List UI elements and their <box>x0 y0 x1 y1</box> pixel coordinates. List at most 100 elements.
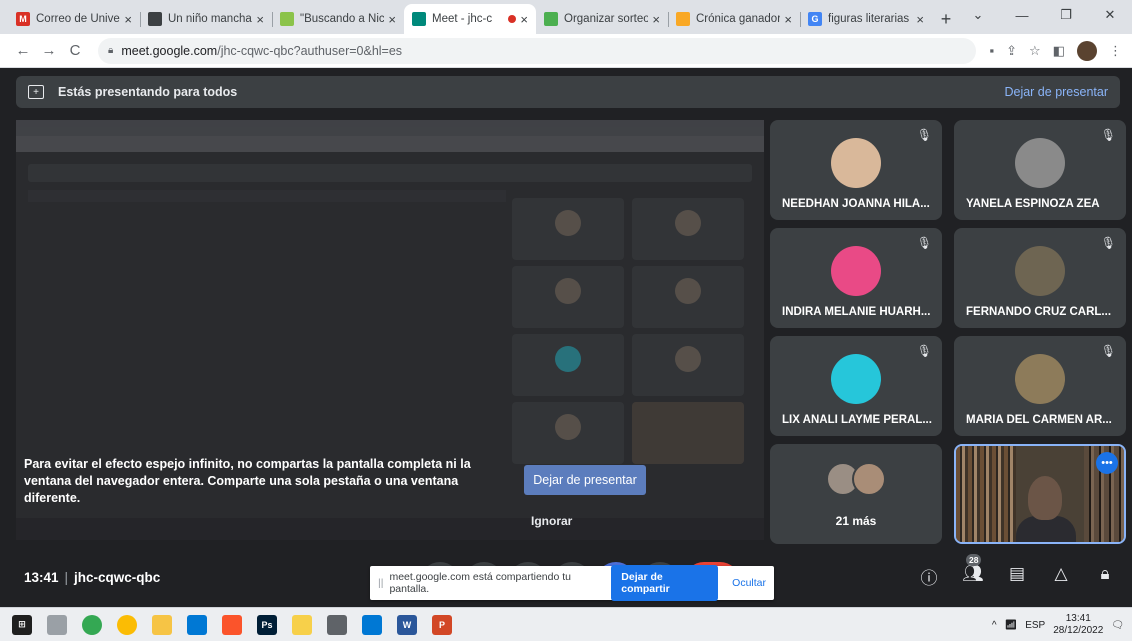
share-icon[interactable]: ⇪ <box>1006 43 1017 59</box>
chrome-profile-icon[interactable] <box>117 614 137 635</box>
tab-title: Crónica ganador <box>696 13 781 25</box>
menu-kebab-icon[interactable]: ⋮ <box>1109 43 1122 59</box>
participant-avatar <box>1015 354 1065 404</box>
browser-tab[interactable]: Crónica ganador × <box>668 4 800 34</box>
participant-tile[interactable]: 🎙︎ YANELA ESPINOZA ZEA <box>954 120 1126 220</box>
recording-dot-icon <box>508 15 517 23</box>
powerpoint-icon[interactable]: P <box>432 614 452 635</box>
host-controls-icon[interactable]: 🔒︎ <box>1094 564 1116 589</box>
mic-muted-icon: 🎙︎ <box>1100 236 1116 250</box>
mic-muted-icon: 🎙︎ <box>916 128 932 142</box>
page-icon <box>148 12 162 26</box>
participant-tile[interactable]: 🎙︎ NEEDHAN JOANNA HILA... <box>770 120 942 220</box>
participant-avatar <box>1015 246 1065 296</box>
browser-tab[interactable]: M Correo de Univer × <box>8 4 140 34</box>
address-bar[interactable]: 🔒︎ meet.google.com /jhc-cqwc-qbc?authuse… <box>98 37 976 64</box>
mic-muted-icon: 🎙︎ <box>916 236 932 250</box>
lock-icon: 🔒︎ <box>108 45 114 56</box>
word-icon[interactable]: W <box>397 614 417 635</box>
tab-search-icon[interactable]: ⌄ <box>956 0 1000 30</box>
more-participants-tile[interactable]: 21 más <box>770 444 942 544</box>
file-explorer-icon[interactable] <box>152 614 172 635</box>
notifications-icon[interactable]: 🗨︎ <box>1111 620 1124 631</box>
url-path: /jhc-cqwc-qbc?authuser=0&hl=es <box>217 43 403 58</box>
meeting-details-icon[interactable]: ⓘ <box>918 564 940 589</box>
people-icon[interactable]: 👥︎ 28 <box>962 554 984 589</box>
mail-icon[interactable] <box>187 614 207 635</box>
overlay-stop-presenting-button[interactable]: Dejar de presentar <box>524 465 646 495</box>
tab-title: Meet - jhc-c <box>432 13 493 25</box>
activities-icon[interactable]: △ <box>1050 564 1072 589</box>
browser-tab[interactable]: Meet - jhc-c × <box>404 4 536 34</box>
cast-icon[interactable]: ▪ <box>990 43 995 58</box>
sidepanel-icon[interactable]: ◧ <box>1053 43 1065 59</box>
participant-name: LIX ANALI LAYME PERAL... <box>782 414 932 426</box>
brave-icon[interactable] <box>222 614 242 635</box>
windows-start-icon[interactable]: ⊞ <box>12 614 32 635</box>
language-indicator[interactable]: ESP <box>1025 620 1045 631</box>
minimize-icon[interactable]: — <box>1000 0 1044 30</box>
close-tab-icon[interactable]: × <box>520 12 528 27</box>
google-icon: G <box>808 12 822 26</box>
reload-icon[interactable]: C <box>62 42 88 59</box>
participant-name: YANELA ESPINOZA ZEA <box>966 198 1100 210</box>
sticky-notes-icon[interactable] <box>292 614 312 635</box>
close-window-icon[interactable]: ✕ <box>1088 0 1132 30</box>
close-tab-icon[interactable]: × <box>784 12 792 27</box>
screen-share-view: Para evitar el efecto espejo infinito, n… <box>16 120 764 540</box>
close-tab-icon[interactable]: × <box>124 12 132 27</box>
hide-notice-button[interactable]: Ocultar <box>732 577 766 589</box>
calendar-icon[interactable] <box>362 614 382 635</box>
chat-icon[interactable]: ▤ <box>1006 564 1028 589</box>
back-icon[interactable]: ← <box>10 42 36 59</box>
browser-tab[interactable]: Organizar sorteo × <box>536 4 668 34</box>
close-tab-icon[interactable]: × <box>916 12 924 27</box>
participant-avatar <box>831 354 881 404</box>
participant-tile[interactable]: 🎙︎ FERNANDO CRUZ CARL... <box>954 228 1126 328</box>
bookmark-star-icon[interactable]: ☆ <box>1029 43 1041 59</box>
sharing-notice-bar: || meet.google.com está compartiendo tu … <box>370 565 774 601</box>
chrome-icon[interactable] <box>82 614 102 635</box>
close-tab-icon[interactable]: × <box>256 12 264 27</box>
tab-title: figuras literarias <box>828 13 910 25</box>
participant-name: NEEDHAN JOANNA HILA... <box>782 198 930 210</box>
participant-tile[interactable]: 🎙︎ LIX ANALI LAYME PERAL... <box>770 336 942 436</box>
presenting-text: Estás presentando para todos <box>58 85 238 99</box>
participant-avatar <box>831 246 881 296</box>
drag-handle-icon[interactable]: || <box>378 577 383 589</box>
clock-time: 13:41 <box>1065 613 1091 624</box>
participant-avatar <box>831 138 881 188</box>
calculator-icon[interactable] <box>327 614 347 635</box>
mirror-warning-text: Para evitar el efecto espejo infinito, n… <box>24 457 471 505</box>
participant-tile[interactable]: 🎙︎ INDIRA MELANIE HUARH... <box>770 228 942 328</box>
clock-date: 28/12/2022 <box>1053 625 1104 636</box>
participant-avatar <box>1015 138 1065 188</box>
self-video-tile[interactable]: ••• <box>954 444 1126 544</box>
participant-tile[interactable]: 🎙︎ MARIA DEL CARMEN AR... <box>954 336 1126 436</box>
browser-tab[interactable]: "Buscando a Nic × <box>272 4 404 34</box>
network-icon[interactable]: 📶︎ <box>1005 620 1018 631</box>
system-tray: ^ 📶︎ ESP 13:41 28/12/2022 🗨︎ <box>992 608 1124 641</box>
tray-expand-icon[interactable]: ^ <box>992 620 997 631</box>
restore-icon[interactable]: ❐ <box>1044 0 1088 30</box>
more-options-icon[interactable]: ••• <box>1096 452 1118 474</box>
browser-tab[interactable]: Gfiguras literarias × <box>800 4 932 34</box>
clock[interactable]: 13:41 28/12/2022 <box>1053 613 1103 637</box>
stop-sharing-button[interactable]: Dejar de compartir <box>611 565 719 601</box>
mic-muted-icon: 🎙︎ <box>916 344 932 358</box>
forward-icon[interactable]: → <box>36 42 62 59</box>
profile-avatar[interactable] <box>1077 40 1097 61</box>
close-tab-icon[interactable]: × <box>388 12 396 27</box>
stop-presenting-link[interactable]: Dejar de presentar <box>1004 85 1108 99</box>
close-tab-icon[interactable]: × <box>652 12 660 27</box>
presenting-banner: + Estás presentando para todos Dejar de … <box>16 76 1120 108</box>
participant-name: INDIRA MELANIE HUARH... <box>782 306 931 318</box>
page-icon <box>544 12 558 26</box>
browser-tab[interactable]: Un niño manchad × <box>140 4 272 34</box>
tab-title: Un niño manchad <box>168 13 253 25</box>
task-view-icon[interactable] <box>47 614 67 635</box>
ignore-button[interactable]: Ignorar <box>531 514 572 528</box>
meeting-code: jhc-cqwc-qbc <box>74 570 161 585</box>
gmail-icon: M <box>16 12 30 26</box>
photoshop-icon[interactable]: Ps <box>257 614 277 635</box>
